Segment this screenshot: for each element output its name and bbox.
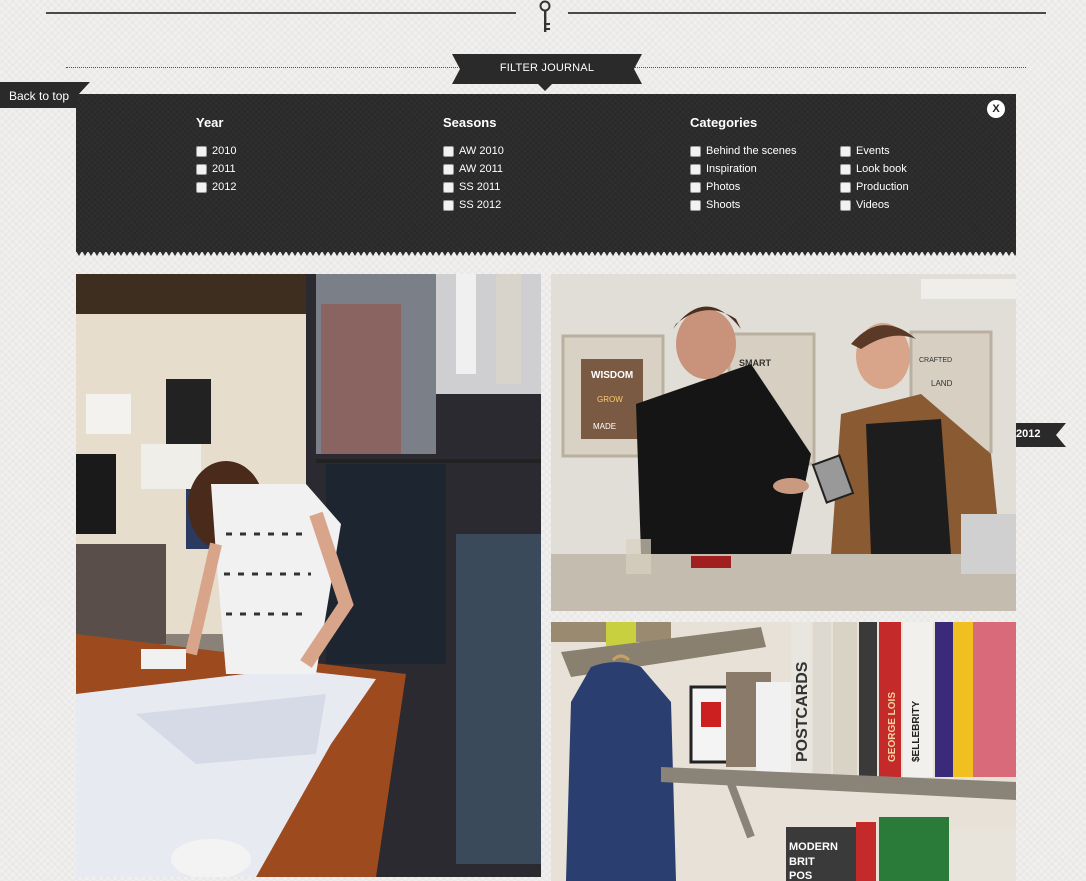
filter-category-look-book[interactable]: Look book: [840, 162, 907, 176]
checkbox[interactable]: [840, 145, 851, 157]
photo-workshop-image: [76, 274, 541, 877]
photo-shirt-books-image: POSTCARDS GEORGE LOIS $ELLEBRITY MODERN …: [551, 622, 1016, 881]
post-date-label: 2012: [1016, 428, 1041, 440]
close-filter-button[interactable]: X: [987, 100, 1005, 118]
photo-shirt-books[interactable]: POSTCARDS GEORGE LOIS $ELLEBRITY MODERN …: [551, 622, 1016, 881]
poster-made: MADE: [593, 422, 616, 431]
filter-year-2011[interactable]: 2011: [196, 162, 236, 176]
top-divider-right: [568, 12, 1046, 14]
post-date-tag: 2012: [1016, 423, 1066, 447]
checkbox[interactable]: [196, 163, 207, 175]
key-icon: [539, 0, 551, 32]
checkbox[interactable]: [196, 145, 207, 157]
book-george-lois: GEORGE LOIS: [887, 692, 898, 762]
checkbox[interactable]: [443, 163, 454, 175]
photo-two-men-image: WISDOM GROW MADE SMART CRAFTED LAND: [551, 274, 1016, 611]
photo-two-men[interactable]: WISDOM GROW MADE SMART CRAFTED LAND: [551, 274, 1016, 611]
photo-workshop[interactable]: [76, 274, 541, 877]
checkbox[interactable]: [443, 199, 454, 211]
seasons-title: Seasons: [443, 115, 497, 130]
filter-year-2010[interactable]: 2010: [196, 144, 236, 158]
book-celebrity: $ELLEBRITY: [911, 701, 922, 762]
checkbox[interactable]: [690, 163, 701, 175]
checkbox[interactable]: [840, 199, 851, 211]
book-pos: POS: [789, 870, 812, 881]
checkbox[interactable]: [840, 181, 851, 193]
poster-land: LAND: [931, 379, 953, 388]
poster-crafted: CRAFTED: [919, 357, 952, 364]
filter-category-events[interactable]: Events: [840, 144, 890, 158]
filter-category-shoots[interactable]: Shoots: [690, 198, 740, 212]
poster-wisdom: WISDOM: [591, 370, 633, 381]
filter-season-ss2012[interactable]: SS 2012: [443, 198, 501, 212]
filter-year-2012[interactable]: 2012: [196, 180, 236, 194]
filter-journal-toggle[interactable]: FILTER JOURNAL: [452, 52, 642, 91]
year-title: Year: [196, 115, 224, 130]
checkbox[interactable]: [690, 145, 701, 157]
checkbox[interactable]: [443, 145, 454, 157]
filter-season-aw2011[interactable]: AW 2011: [443, 162, 503, 176]
filter-category-production[interactable]: Production: [840, 180, 909, 194]
checkbox[interactable]: [840, 163, 851, 175]
filter-category-inspiration[interactable]: Inspiration: [690, 162, 757, 176]
panel-zigzag-edge: [76, 251, 1016, 257]
filter-journal-label: FILTER JOURNAL: [499, 62, 595, 74]
book-modern: MODERN: [789, 841, 838, 853]
categories-title: Categories: [690, 115, 758, 130]
filter-category-photos[interactable]: Photos: [690, 180, 740, 194]
back-to-top-label: Back to top: [9, 89, 70, 103]
checkbox[interactable]: [196, 181, 207, 193]
back-to-top-button[interactable]: Back to top: [0, 82, 90, 108]
top-divider-left: [46, 12, 516, 14]
poster-grow: GROW: [597, 395, 623, 404]
filter-category-videos[interactable]: Videos: [840, 198, 889, 212]
book-brit: BRIT: [789, 856, 815, 868]
book-postcards: POSTCARDS: [794, 661, 811, 762]
checkbox[interactable]: [443, 181, 454, 193]
filter-category-behind-the-scenes[interactable]: Behind the scenes: [690, 144, 797, 158]
checkbox[interactable]: [690, 181, 701, 193]
filter-season-aw2010[interactable]: AW 2010: [443, 144, 504, 158]
filter-season-ss2011[interactable]: SS 2011: [443, 180, 500, 194]
checkbox[interactable]: [690, 199, 701, 211]
